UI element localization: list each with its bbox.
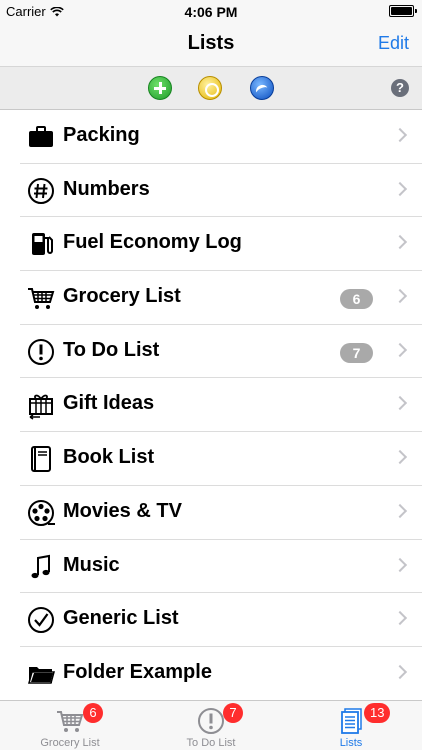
sync-icon[interactable]	[250, 76, 274, 100]
exclamation-icon	[28, 338, 54, 365]
folder-icon	[28, 666, 55, 684]
chevron-right-icon	[392, 396, 408, 411]
film-reel-icon	[28, 499, 55, 526]
list-item-label: Gift Ideas	[63, 392, 155, 415]
tab-label: Grocery List	[40, 737, 100, 749]
lists-icon	[341, 708, 362, 734]
list-item-book-list[interactable]: Book List	[20, 432, 422, 486]
book-icon	[31, 446, 51, 473]
list-item-label: To Do List	[63, 338, 160, 361]
chevron-right-icon	[392, 503, 408, 518]
chevron-right-icon	[392, 450, 408, 465]
chevron-right-icon	[392, 611, 408, 626]
list-item-fuel-economy-log[interactable]: Fuel Economy Log	[20, 217, 422, 272]
item-count-badge: 6	[340, 289, 373, 310]
list-item-label: Numbers	[63, 177, 150, 200]
list-item-label: Book List	[63, 446, 155, 469]
edit-button[interactable]: Edit	[378, 33, 409, 54]
list-item-generic-list[interactable]: Generic List	[20, 593, 422, 647]
cart-icon	[28, 288, 55, 310]
list-item-label: Fuel Economy Log	[63, 231, 242, 254]
list-item-to-do-list[interactable]: To Do List 7	[20, 324, 422, 379]
chevron-right-icon	[392, 342, 408, 357]
tab-label: To Do List	[186, 737, 236, 749]
lists-table: Packing Numbers Fuel Economy Log Grocery…	[0, 110, 422, 701]
tab-bar: 6 Grocery List 7 To Do List 13 Lists	[0, 700, 422, 750]
hash-icon	[28, 177, 54, 204]
settings-icon[interactable]	[198, 76, 222, 100]
list-item-packing[interactable]: Packing	[20, 110, 422, 164]
chevron-right-icon	[392, 235, 408, 250]
fuel-pump-icon	[32, 233, 53, 256]
gift-icon	[29, 395, 53, 421]
cart-icon	[57, 711, 84, 732]
toolbar: ?	[0, 66, 422, 110]
tab-badge: 13	[364, 703, 391, 723]
tab-label: Lists	[339, 737, 363, 749]
tab-to-do-list[interactable]: 7 To Do List	[141, 701, 281, 750]
nav-bar: Lists Edit	[0, 22, 422, 66]
list-item-grocery-list[interactable]: Grocery List 6	[20, 271, 422, 325]
tab-badge: 6	[83, 703, 103, 723]
briefcase-icon	[29, 126, 53, 147]
list-item-numbers[interactable]: Numbers	[20, 163, 422, 218]
chevron-right-icon	[392, 557, 408, 572]
checkmark-icon	[28, 607, 54, 634]
tab-grocery-list[interactable]: 6 Grocery List	[0, 701, 140, 750]
list-item-label: Movies & TV	[63, 499, 182, 522]
page-title: Lists	[187, 32, 235, 54]
battery-icon	[389, 5, 417, 17]
tab-badge: 7	[223, 703, 243, 723]
add-list-button[interactable]	[148, 76, 172, 100]
chevron-right-icon	[392, 181, 408, 196]
exclamation-icon	[198, 708, 224, 734]
list-item-music[interactable]: Music	[20, 539, 422, 594]
list-item-label: Folder Example	[63, 660, 212, 683]
status-bar: Carrier 4:06 PM	[0, 0, 422, 22]
chevron-right-icon	[392, 127, 408, 143]
list-item-movies-tv[interactable]: Movies & TV	[20, 485, 422, 540]
status-time: 4:06 PM	[184, 4, 238, 20]
list-item-label: Music	[63, 553, 120, 576]
chevron-right-icon	[392, 288, 408, 304]
list-item-folder-example[interactable]: Folder Example	[20, 646, 422, 701]
tab-lists[interactable]: 13 Lists	[281, 701, 421, 750]
list-item-gift-ideas[interactable]: Gift Ideas	[20, 378, 422, 433]
chevron-right-icon	[392, 664, 408, 679]
list-item-label: Grocery List	[63, 285, 181, 308]
list-item-label: Generic List	[63, 607, 179, 630]
help-button[interactable]: ?	[391, 79, 409, 97]
music-note-icon	[31, 554, 50, 578]
item-count-badge: 7	[340, 342, 373, 363]
list-item-label: Packing	[63, 124, 140, 146]
